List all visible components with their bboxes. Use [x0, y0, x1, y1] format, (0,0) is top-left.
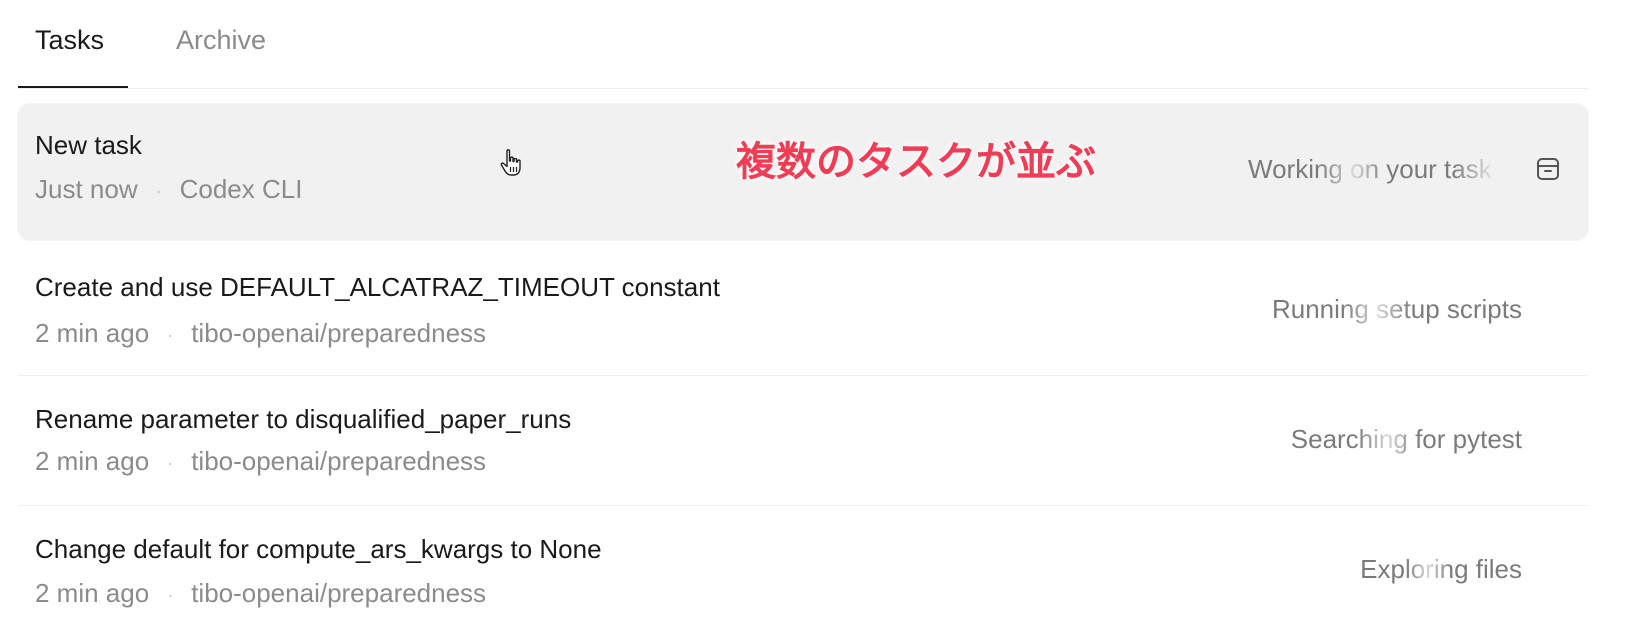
task-title: New task: [35, 130, 142, 160]
task-source: tibo-openai/preparedness: [191, 446, 487, 476]
task-title: Rename parameter to disqualified_paper_r…: [35, 404, 572, 434]
task-meta: 2 min ago · tibo-openai/preparedness: [35, 316, 486, 352]
task-time: Just now: [35, 174, 138, 204]
task-row[interactable]: Create and use DEFAULT_ALCATRAZ_TIMEOUT …: [18, 240, 1588, 376]
meta-separator: ·: [167, 585, 174, 606]
task-meta: 2 min ago · tibo-openai/preparedness: [35, 576, 486, 612]
task-status: Searching for pytest: [1290, 424, 1522, 454]
annotation-caption: 複数のタスクが並ぶ: [736, 139, 1096, 185]
hand-pointer-icon: [500, 149, 521, 176]
task-status: Working on your task: [1248, 152, 1498, 186]
tab-archive[interactable]: Archive: [176, 22, 266, 88]
meta-separator: ·: [167, 325, 174, 346]
meta-separator: ·: [155, 181, 162, 202]
task-source: tibo-openai/preparedness: [191, 318, 487, 348]
task-time: 2 min ago: [35, 318, 150, 348]
task-row[interactable]: Change default for compute_ars_kwargs to…: [18, 506, 1588, 626]
task-status: Exploring files: [1360, 554, 1522, 584]
task-source: tibo-openai/preparedness: [191, 578, 487, 608]
task-time: 2 min ago: [35, 578, 150, 608]
task-status: Running setup scripts: [1271, 294, 1522, 324]
tab-bar: Tasks Archive: [18, 0, 1588, 89]
meta-separator: ·: [167, 453, 174, 474]
task-title: Change default for compute_ars_kwargs to…: [35, 534, 602, 564]
task-title: Create and use DEFAULT_ALCATRAZ_TIMEOUT …: [35, 272, 720, 302]
tab-tasks[interactable]: Tasks: [18, 22, 128, 88]
task-meta: Just now · Codex CLI: [35, 172, 302, 208]
task-time: 2 min ago: [35, 446, 150, 476]
task-row[interactable]: Rename parameter to disqualified_paper_r…: [18, 376, 1588, 506]
task-meta: 2 min ago · tibo-openai/preparedness: [35, 444, 486, 480]
task-source: Codex CLI: [179, 174, 303, 204]
archive-box-icon[interactable]: [1535, 156, 1561, 182]
